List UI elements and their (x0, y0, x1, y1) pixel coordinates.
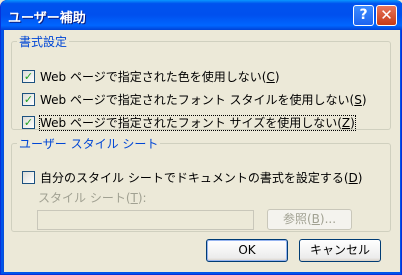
option-ignore-font-sizes[interactable]: ✓ Web ページで指定されたフォント サイズを使用しない(Z) (22, 115, 356, 131)
formatting-group: 書式設定 ✓ Web ページで指定された色を使用しない(C) ✓ Web ページで指… (11, 33, 391, 131)
close-icon: ✕ (380, 6, 393, 24)
question-icon: ? (359, 7, 368, 23)
title-bar[interactable]: ユーザー補助 ? ✕ (1, 0, 402, 30)
checkbox-use-my-stylesheet[interactable] (22, 171, 35, 184)
formatting-legend: 書式設定 (19, 35, 68, 49)
stylesheet-field-label: スタイル シート(T): (38, 191, 147, 205)
checkbox-ignore-font-styles[interactable]: ✓ (22, 93, 35, 106)
browse-button[interactable]: 参照(B)... (267, 209, 352, 230)
checkbox-ignore-font-sizes[interactable]: ✓ (22, 116, 35, 129)
user-assistance-dialog: ユーザー補助 ? ✕ 書式設定 ✓ Web ページで指定された色を使用しない(C)… (0, 0, 402, 275)
stylesheet-legend: ユーザー スタイル シート (19, 137, 159, 151)
help-button[interactable]: ? (353, 5, 374, 26)
stylesheet-path-input[interactable] (37, 210, 254, 230)
close-button[interactable]: ✕ (376, 5, 397, 26)
checkbox-ignore-colors[interactable]: ✓ (22, 70, 35, 83)
option-ignore-colors[interactable]: ✓ Web ページで指定された色を使用しない(C) (22, 69, 280, 85)
user-stylesheet-group: ユーザー スタイル シート 自分のスタイル シートでドキュメントの書式を設定する… (11, 135, 391, 232)
option-ignore-font-styles[interactable]: ✓ Web ページで指定されたフォント スタイルを使用しない(S) (22, 92, 367, 108)
option-use-my-stylesheet[interactable]: 自分のスタイル シートでドキュメントの書式を設定する(D) (22, 170, 362, 186)
cancel-button[interactable]: キャンセル (299, 239, 381, 262)
dialog-body: 書式設定 ✓ Web ページで指定された色を使用しない(C) ✓ Web ページで指… (4, 30, 400, 272)
ok-button[interactable]: OK (206, 239, 288, 262)
dialog-title: ユーザー補助 (8, 11, 86, 26)
focused-label: Web ページで指定されたフォント サイズを使用しない(Z) (39, 115, 356, 131)
